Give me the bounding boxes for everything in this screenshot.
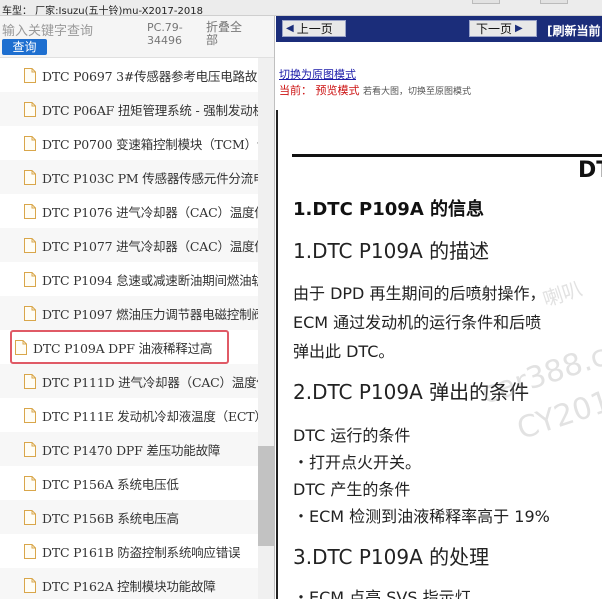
preview-mode-line: 当前： 预览模式 若看大图，切换至原图模式	[279, 82, 471, 98]
tree-item-label: DTC P1094 怠速或减速断油期间燃油轨压力	[42, 272, 258, 288]
preview-hint: 若看大图，切换至原图模式	[363, 87, 472, 97]
document-icon	[15, 339, 27, 355]
tree-item-label: DTC P103C PM 传感器传感元件分流电路	[42, 170, 258, 186]
preview-mode: 预览模式	[315, 84, 360, 97]
doc-code-head: DTC	[578, 158, 602, 183]
document-icon	[24, 373, 36, 389]
doc-title: 1.DTC P109A 的信息	[293, 199, 485, 220]
document-icon	[24, 407, 36, 423]
dtc-tree: DTC P0697 3#传感器参考电压电路故障 DTC P06AF 扭矩管理系统 …	[0, 58, 258, 599]
tree-item[interactable]: DTC P1097 燃油压力调节器电磁控制阀	[0, 296, 258, 330]
collapse-all-button[interactable]: 折叠全 部	[206, 21, 246, 47]
sidebar: 查询 PC.79- 34496 折叠全 部 DTC P0697 3#传感器参考电…	[0, 16, 275, 599]
tree-item-label: DTC P1076 进气冷却器（CAC）温度传感器	[42, 204, 258, 220]
tree-item[interactable]: DTC P162A 控制模块功能故障	[0, 568, 258, 599]
tree-item[interactable]: DTC P111E 发动机冷却液温度（ECT）传感器	[0, 398, 258, 432]
tree-item-label: DTC P156A 系统电压低	[42, 476, 179, 492]
prev-page-button[interactable]: ◀ 上一页	[282, 20, 346, 37]
run-condition-item: ・打开点火开关。	[293, 453, 422, 472]
set-condition-heading: DTC 产生的条件	[293, 480, 411, 499]
tree-item[interactable]: DTC P1077 进气冷却器（CAC）温度传感器	[0, 228, 258, 262]
document-page: DTC 1.DTC P109A 的信息 1.DTC P109A 的描述 由于 D…	[276, 110, 602, 599]
description-line-1: 由于 DPD 再生期间的后喷射操作，	[293, 284, 546, 303]
tree-item-label: DTC P1470 DPF 差压功能故障	[42, 442, 221, 458]
tree-item[interactable]: DTC P156A 系统电压低	[0, 466, 258, 500]
tree-item[interactable]: DTC P1470 DPF 差压功能故障	[0, 432, 258, 466]
document-icon	[24, 475, 36, 491]
tree-item-label: DTC P0700 变速箱控制模块（TCM）请求故障指示灯	[42, 136, 258, 152]
document-icon	[24, 67, 36, 83]
document-icon	[24, 169, 36, 185]
section-description-title: 1.DTC P109A 的描述	[293, 239, 490, 263]
document-viewer: ◀ 上一页 下一页 ▶ [刷新当前 切换为原图模式 当前： 预览模式 若看大图，…	[276, 16, 602, 599]
toolbar-button-fragment[interactable]	[540, 0, 568, 4]
arrow-left-icon: ◀	[286, 23, 294, 34]
document-icon	[24, 271, 36, 287]
sidebar-scroll-thumb[interactable]	[258, 446, 274, 546]
tree-item[interactable]: DTC P156B 系统电压高	[0, 500, 258, 534]
description-line-2: ECM 通过发动机的运行条件和后喷	[293, 313, 542, 332]
switch-original-mode-link[interactable]: 切换为原图模式	[279, 66, 356, 82]
tree-item[interactable]: DTC P0697 3#传感器参考电压电路故障	[0, 58, 258, 92]
tree-item-selected[interactable]: DTC P109A DPF 油液稀释过高	[10, 330, 229, 364]
document-icon	[24, 441, 36, 457]
tree-item-label: DTC P1077 进气冷却器（CAC）温度传感器	[42, 238, 258, 254]
app-title-bar: 车型： 厂家:Isuzu(五十铃)mu-X2017-2018	[0, 0, 602, 17]
tree-item-label: DTC P06AF 扭矩管理系统 - 强制发动机关闭	[42, 102, 258, 118]
tree-item[interactable]: DTC P0700 变速箱控制模块（TCM）请求故障指示灯	[0, 126, 258, 160]
run-condition-heading: DTC 运行的条件	[293, 426, 411, 445]
tree-item-label: DTC P0697 3#传感器参考电压电路故障	[42, 68, 258, 84]
preview-label: 当前：	[279, 84, 312, 97]
toolbar-button-fragment[interactable]	[472, 0, 500, 4]
description-line-3: 弹出此 DTC。	[293, 342, 395, 361]
tree-item-label: DTC P111D 进气冷却器（CAC）温度传感器	[42, 374, 258, 390]
handling-item: ・ECM 点亮 SVS 指示灯。	[293, 588, 487, 599]
document-icon	[24, 509, 36, 525]
search-row: 查询 PC.79- 34496 折叠全 部	[0, 16, 274, 58]
tree-item-label: DTC P109A DPF 油液稀释过高	[33, 340, 213, 356]
next-page-button[interactable]: 下一页 ▶	[469, 20, 537, 37]
tree-item[interactable]: DTC P1094 怠速或减速断油期间燃油轨压力	[0, 262, 258, 296]
document-icon	[24, 577, 36, 593]
refresh-link[interactable]: [刷新当前	[547, 22, 601, 39]
prev-page-label: 上一页	[296, 22, 333, 36]
tree-item[interactable]: DTC P103C PM 传感器传感元件分流电路	[0, 160, 258, 194]
document-icon	[24, 203, 36, 219]
tree-item[interactable]: DTC P161B 防盗控制系统响应错误	[0, 534, 258, 568]
tree-item-label: DTC P156B 系统电压高	[42, 510, 179, 526]
tree-item[interactable]: DTC P06AF 扭矩管理系统 - 强制发动机关闭	[0, 92, 258, 126]
viewer-nav-bar: ◀ 上一页 下一页 ▶ [刷新当前	[276, 16, 602, 42]
set-condition-item: ・ECM 检测到油液稀释率高于 19%	[293, 507, 550, 526]
vehicle-info: 车型： 厂家:Isuzu(五十铃)mu-X2017-2018	[2, 6, 203, 17]
document-icon	[24, 237, 36, 253]
section-handling-title: 3.DTC P109A 的处理	[293, 545, 490, 569]
document-icon	[24, 135, 36, 151]
document-icon	[24, 305, 36, 321]
watermark-tag: 喇叭	[539, 276, 586, 312]
document-icon	[24, 543, 36, 559]
tree-item-label: DTC P1097 燃油压力调节器电磁控制阀	[42, 306, 258, 322]
header-rule	[292, 154, 602, 157]
search-input[interactable]	[2, 22, 140, 40]
tree-item-label: DTC P162A 控制模块功能故障	[42, 578, 216, 594]
tree-item-label: DTC P161B 防盗控制系统响应错误	[42, 544, 241, 560]
document-icon	[24, 101, 36, 117]
model-code: PC.79- 34496	[147, 21, 183, 47]
next-page-label: 下一页	[476, 22, 513, 36]
tree-item-label: DTC P111E 发动机冷却液温度（ECT）传感器	[42, 408, 258, 424]
tree-item[interactable]: DTC P111D 进气冷却器（CAC）温度传感器	[0, 364, 258, 398]
search-button[interactable]: 查询	[2, 39, 47, 55]
tree-item[interactable]: DTC P1076 进气冷却器（CAC）温度传感器	[0, 194, 258, 228]
arrow-right-icon: ▶	[515, 23, 523, 34]
